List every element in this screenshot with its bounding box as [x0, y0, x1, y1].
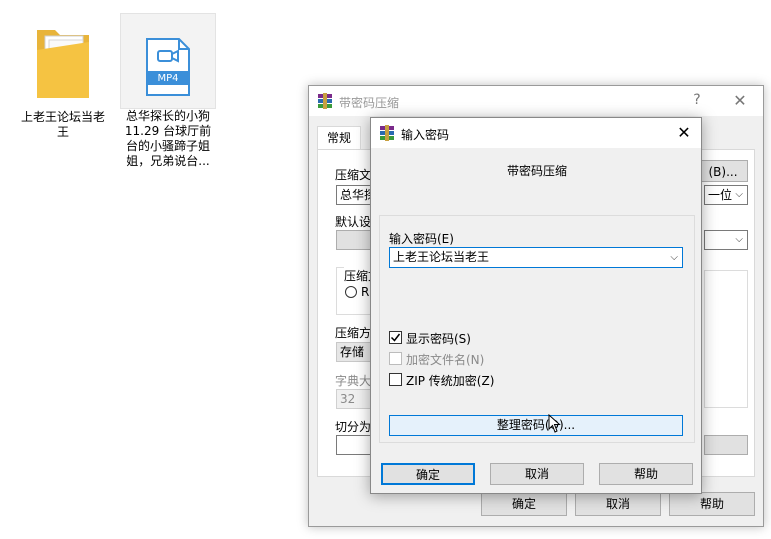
compress-method-label: 压缩方 [335, 326, 372, 340]
password-dialog-title: 输入密码 [401, 128, 450, 142]
set-password-button[interactable] [704, 435, 748, 455]
chevron-down-icon[interactable]: ⌵ [670, 248, 678, 267]
encrypt-names-checkbox[interactable] [389, 352, 402, 365]
password-dialog-titlebar: 输入密码 ✕ [371, 118, 701, 148]
password-dialog-header: 带密码压缩 [506, 164, 567, 178]
password-help-label: 帮助 [633, 467, 658, 481]
compress-method-value: 存储 [340, 345, 365, 359]
archive-dialog-titlebar: 带密码压缩 ? ✕ [309, 86, 763, 116]
options-group [704, 270, 748, 408]
mouse-cursor-icon [548, 414, 561, 433]
browse-button[interactable]: (B)... [698, 160, 748, 182]
archive-ok-label: 确定 [511, 497, 536, 511]
archive-ok-button[interactable]: 确定 [481, 492, 567, 516]
mp4-badge: MP4 [157, 73, 179, 84]
archive-help-button[interactable]: 帮助 [669, 492, 755, 516]
unit-select[interactable]: 一位 ⌵ [704, 185, 748, 205]
archive-help-label: 帮助 [699, 497, 724, 511]
folder-icon [37, 30, 89, 98]
password-label: 输入密码(E) [389, 232, 454, 246]
organize-passwords-label: 整理密码(O)... [496, 418, 576, 432]
archive-name-label: 压缩文 [335, 168, 372, 182]
checkmark-icon [390, 333, 401, 342]
archive-cancel-label: 取消 [605, 497, 630, 511]
password-input[interactable]: 上老王论坛当老王 ⌵ [389, 247, 683, 268]
password-ok-button[interactable]: 确定 [381, 463, 475, 485]
password-cancel-button[interactable]: 取消 [490, 463, 584, 485]
video-file-icon [146, 38, 190, 96]
zip-legacy-label: ZIP 传统加密(Z) [406, 374, 495, 388]
split-volumes-label: 切分为 [335, 420, 372, 434]
show-password-label: 显示密码(S) [406, 332, 471, 346]
mp4-label: 总华探长的小狗 11.29 台球厅前 台的小骚蹄子姐 姐，兄弟说台... [124, 109, 212, 168]
show-password-checkbox[interactable] [389, 331, 402, 344]
winrar-icon [318, 93, 332, 109]
archive-cancel-button[interactable]: 取消 [575, 492, 661, 516]
organize-passwords-button[interactable]: 整理密码(O)... [389, 415, 683, 436]
encrypt-names-label: 加密文件名(N) [406, 353, 485, 367]
password-cancel-label: 取消 [524, 467, 549, 481]
help-icon[interactable]: ? [687, 92, 707, 108]
desktop-folder-item[interactable]: 上老王论坛当老 王 [14, 14, 112, 140]
archive-dialog-title: 带密码压缩 [339, 96, 400, 110]
update-mode-select[interactable]: ⌵ [704, 230, 748, 250]
password-help-button[interactable]: 帮助 [599, 463, 693, 485]
password-dialog: 输入密码 ✕ 带密码压缩 输入密码(E) 上老王论坛当老王 ⌵ 显示密码(S) … [370, 117, 702, 494]
folder-label: 上老王论坛当老 王 [20, 110, 105, 139]
close-icon[interactable]: ✕ [729, 91, 751, 110]
chevron-down-icon: ⌵ [735, 189, 743, 200]
tab-general[interactable]: 常规 [317, 126, 361, 150]
password-ok-label: 确定 [415, 468, 440, 482]
unit-select-value: 一位 [708, 188, 733, 202]
default-profile-label: 默认设 [335, 215, 372, 229]
format-radio-label: R [361, 285, 370, 299]
dict-size-value: 32 [340, 392, 356, 406]
dict-size-label: 字典大 [335, 374, 372, 388]
desktop-mp4-wrapper[interactable]: MP4 总华探长的小狗 11.29 台球厅前 台的小骚蹄子姐 姐，兄弟说台... [118, 13, 218, 169]
password-value: 上老王论坛当老王 [393, 250, 490, 264]
browse-button-label: (B)... [708, 165, 738, 179]
close-icon[interactable]: ✕ [673, 123, 695, 142]
zip-legacy-checkbox[interactable] [389, 373, 402, 386]
winrar-icon [380, 125, 394, 141]
chevron-down-icon: ⌵ [735, 234, 743, 245]
tab-general-label: 常规 [326, 131, 351, 145]
format-radio[interactable] [345, 286, 357, 298]
